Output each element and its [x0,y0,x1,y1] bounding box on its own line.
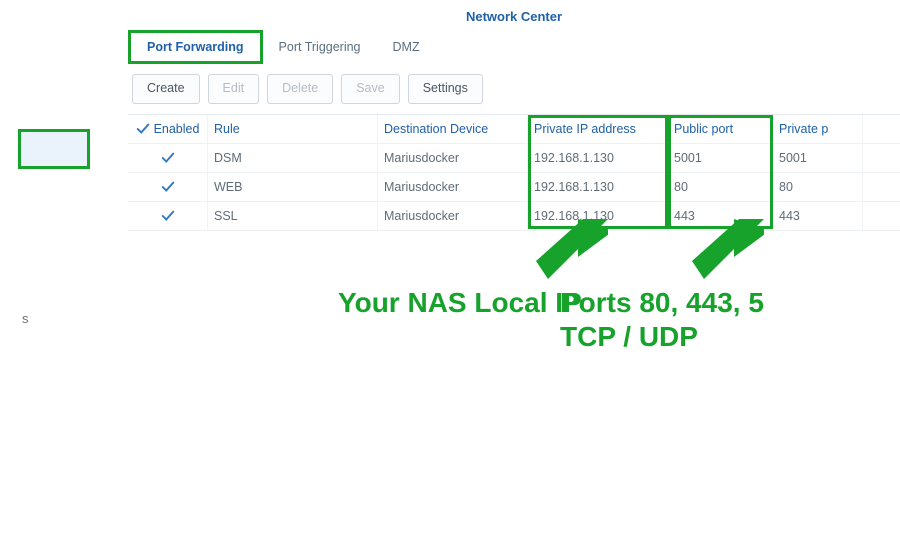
edit-button[interactable]: Edit [208,74,260,104]
network-center-window: Network Center Port Forwarding Port Trig… [128,4,900,550]
col-header-destination[interactable]: Destination Device [378,115,528,143]
create-button[interactable]: Create [132,74,200,104]
col-header-enabled-label: Enabled [154,122,200,136]
cell-public-port: 80 [668,173,773,201]
table-row[interactable]: DSMMariusdocker192.168.1.13050015001 [128,144,900,173]
col-header-enabled[interactable]: Enabled [128,115,208,143]
cell-private-port: 80 [773,173,863,201]
table-row[interactable]: SSLMariusdocker192.168.1.130443443 [128,202,900,231]
cell-device: Mariusdocker [378,202,528,230]
sidebar-text-fragment: s [22,306,29,332]
cell-rule: SSL [208,202,378,230]
table-header-row: Enabled Rule Destination Device Private … [128,115,900,144]
table-row[interactable]: WEBMariusdocker192.168.1.1308080 [128,173,900,202]
tab-dmz[interactable]: DMZ [377,30,436,64]
cell-enabled[interactable] [128,202,208,230]
cell-rule: DSM [208,144,378,172]
cell-public-port: 443 [668,202,773,230]
window-title: Network Center [128,4,900,30]
col-header-rule[interactable]: Rule [208,115,378,143]
check-icon [161,180,175,194]
save-button[interactable]: Save [341,74,400,104]
check-icon [161,151,175,165]
tab-port-triggering[interactable]: Port Triggering [263,30,377,64]
check-icon [161,209,175,223]
delete-button[interactable]: Delete [267,74,333,104]
annotation-caption-right: Ports 80, 443, 5TCP / UDP [560,286,764,354]
annotation-caption-left: Your NAS Local IP [338,286,582,320]
check-icon [136,122,150,136]
cell-device: Mariusdocker [378,173,528,201]
annotation-box-sidebar [20,131,88,167]
port-forwarding-table: Enabled Rule Destination Device Private … [128,114,900,231]
cell-private-port: 443 [773,202,863,230]
cell-rule: WEB [208,173,378,201]
tab-port-forwarding[interactable]: Port Forwarding [128,30,263,64]
settings-button[interactable]: Settings [408,74,483,104]
cell-private-port: 5001 [773,144,863,172]
cell-enabled[interactable] [128,173,208,201]
cell-public-port: 5001 [668,144,773,172]
col-header-public-port[interactable]: Public port [668,115,773,143]
tab-bar: Port Forwarding Port Triggering DMZ [128,30,900,64]
cell-private-ip: 192.168.1.130 [528,144,668,172]
cell-device: Mariusdocker [378,144,528,172]
col-header-private-port[interactable]: Private p [773,115,863,143]
col-header-private-ip[interactable]: Private IP address [528,115,668,143]
sidebar-selected-item[interactable] [20,130,89,168]
cell-private-ip: 192.168.1.130 [528,173,668,201]
cell-enabled[interactable] [128,144,208,172]
cell-private-ip: 192.168.1.130 [528,202,668,230]
toolbar: Create Edit Delete Save Settings [128,64,900,114]
